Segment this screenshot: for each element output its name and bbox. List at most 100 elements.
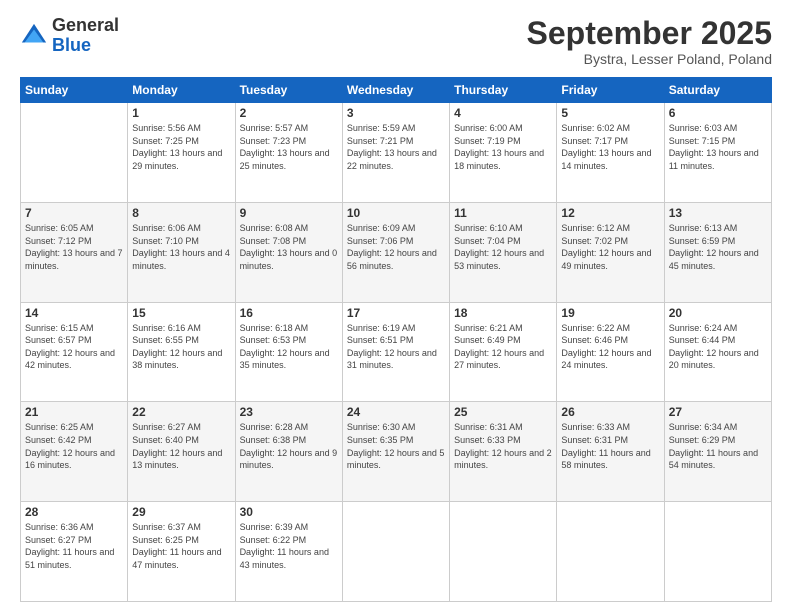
day-info: Sunrise: 6:05 AMSunset: 7:12 PMDaylight:… xyxy=(25,222,123,272)
day-info: Sunrise: 6:13 AMSunset: 6:59 PMDaylight:… xyxy=(669,222,767,272)
calendar-cell xyxy=(342,502,449,602)
day-number: 25 xyxy=(454,405,552,419)
calendar-cell xyxy=(450,502,557,602)
day-number: 21 xyxy=(25,405,123,419)
day-number: 30 xyxy=(240,505,338,519)
calendar-cell: 14 Sunrise: 6:15 AMSunset: 6:57 PMDaylig… xyxy=(21,302,128,402)
day-number: 13 xyxy=(669,206,767,220)
day-number: 17 xyxy=(347,306,445,320)
calendar-cell: 26 Sunrise: 6:33 AMSunset: 6:31 PMDaylig… xyxy=(557,402,664,502)
day-info: Sunrise: 6:31 AMSunset: 6:33 PMDaylight:… xyxy=(454,421,552,471)
day-info: Sunrise: 5:56 AMSunset: 7:25 PMDaylight:… xyxy=(132,122,230,172)
header-thursday: Thursday xyxy=(450,78,557,103)
day-number: 3 xyxy=(347,106,445,120)
month-title: September 2025 xyxy=(527,16,772,51)
day-info: Sunrise: 6:22 AMSunset: 6:46 PMDaylight:… xyxy=(561,322,659,372)
calendar-cell: 5 Sunrise: 6:02 AMSunset: 7:17 PMDayligh… xyxy=(557,103,664,203)
calendar-cell: 9 Sunrise: 6:08 AMSunset: 7:08 PMDayligh… xyxy=(235,202,342,302)
header: General Blue September 2025 Bystra, Less… xyxy=(20,16,772,67)
day-number: 24 xyxy=(347,405,445,419)
week-row-1: 1 Sunrise: 5:56 AMSunset: 7:25 PMDayligh… xyxy=(21,103,772,203)
calendar-cell: 21 Sunrise: 6:25 AMSunset: 6:42 PMDaylig… xyxy=(21,402,128,502)
day-number: 14 xyxy=(25,306,123,320)
day-number: 20 xyxy=(669,306,767,320)
day-info: Sunrise: 6:21 AMSunset: 6:49 PMDaylight:… xyxy=(454,322,552,372)
day-number: 5 xyxy=(561,106,659,120)
calendar-cell: 6 Sunrise: 6:03 AMSunset: 7:15 PMDayligh… xyxy=(664,103,771,203)
header-monday: Monday xyxy=(128,78,235,103)
day-info: Sunrise: 6:30 AMSunset: 6:35 PMDaylight:… xyxy=(347,421,445,471)
day-number: 10 xyxy=(347,206,445,220)
day-info: Sunrise: 5:57 AMSunset: 7:23 PMDaylight:… xyxy=(240,122,338,172)
day-info: Sunrise: 6:06 AMSunset: 7:10 PMDaylight:… xyxy=(132,222,230,272)
calendar-cell: 8 Sunrise: 6:06 AMSunset: 7:10 PMDayligh… xyxy=(128,202,235,302)
day-number: 16 xyxy=(240,306,338,320)
day-info: Sunrise: 6:02 AMSunset: 7:17 PMDaylight:… xyxy=(561,122,659,172)
calendar-cell: 4 Sunrise: 6:00 AMSunset: 7:19 PMDayligh… xyxy=(450,103,557,203)
header-sunday: Sunday xyxy=(21,78,128,103)
day-number: 2 xyxy=(240,106,338,120)
day-info: Sunrise: 6:28 AMSunset: 6:38 PMDaylight:… xyxy=(240,421,338,471)
calendar-cell: 24 Sunrise: 6:30 AMSunset: 6:35 PMDaylig… xyxy=(342,402,449,502)
day-info: Sunrise: 6:08 AMSunset: 7:08 PMDaylight:… xyxy=(240,222,338,272)
day-number: 29 xyxy=(132,505,230,519)
title-block: September 2025 Bystra, Lesser Poland, Po… xyxy=(527,16,772,67)
calendar-cell xyxy=(21,103,128,203)
day-info: Sunrise: 6:09 AMSunset: 7:06 PMDaylight:… xyxy=(347,222,445,272)
calendar-cell: 23 Sunrise: 6:28 AMSunset: 6:38 PMDaylig… xyxy=(235,402,342,502)
day-number: 11 xyxy=(454,206,552,220)
day-info: Sunrise: 6:15 AMSunset: 6:57 PMDaylight:… xyxy=(25,322,123,372)
calendar-cell: 20 Sunrise: 6:24 AMSunset: 6:44 PMDaylig… xyxy=(664,302,771,402)
calendar-cell: 12 Sunrise: 6:12 AMSunset: 7:02 PMDaylig… xyxy=(557,202,664,302)
day-number: 6 xyxy=(669,106,767,120)
day-info: Sunrise: 6:33 AMSunset: 6:31 PMDaylight:… xyxy=(561,421,659,471)
day-info: Sunrise: 6:03 AMSunset: 7:15 PMDaylight:… xyxy=(669,122,767,172)
day-number: 18 xyxy=(454,306,552,320)
day-number: 15 xyxy=(132,306,230,320)
day-info: Sunrise: 6:27 AMSunset: 6:40 PMDaylight:… xyxy=(132,421,230,471)
day-info: Sunrise: 6:34 AMSunset: 6:29 PMDaylight:… xyxy=(669,421,767,471)
calendar-cell xyxy=(557,502,664,602)
header-saturday: Saturday xyxy=(664,78,771,103)
header-tuesday: Tuesday xyxy=(235,78,342,103)
day-number: 28 xyxy=(25,505,123,519)
calendar-header-row: Sunday Monday Tuesday Wednesday Thursday… xyxy=(21,78,772,103)
calendar-cell: 10 Sunrise: 6:09 AMSunset: 7:06 PMDaylig… xyxy=(342,202,449,302)
logo-blue-text: Blue xyxy=(52,35,91,55)
header-wednesday: Wednesday xyxy=(342,78,449,103)
day-info: Sunrise: 6:18 AMSunset: 6:53 PMDaylight:… xyxy=(240,322,338,372)
calendar-cell: 15 Sunrise: 6:16 AMSunset: 6:55 PMDaylig… xyxy=(128,302,235,402)
week-row-2: 7 Sunrise: 6:05 AMSunset: 7:12 PMDayligh… xyxy=(21,202,772,302)
day-number: 1 xyxy=(132,106,230,120)
calendar-cell: 27 Sunrise: 6:34 AMSunset: 6:29 PMDaylig… xyxy=(664,402,771,502)
week-row-4: 21 Sunrise: 6:25 AMSunset: 6:42 PMDaylig… xyxy=(21,402,772,502)
calendar-cell: 17 Sunrise: 6:19 AMSunset: 6:51 PMDaylig… xyxy=(342,302,449,402)
calendar-cell: 22 Sunrise: 6:27 AMSunset: 6:40 PMDaylig… xyxy=(128,402,235,502)
day-number: 9 xyxy=(240,206,338,220)
page: General Blue September 2025 Bystra, Less… xyxy=(0,0,792,612)
calendar-cell: 29 Sunrise: 6:37 AMSunset: 6:25 PMDaylig… xyxy=(128,502,235,602)
day-number: 27 xyxy=(669,405,767,419)
calendar-cell: 16 Sunrise: 6:18 AMSunset: 6:53 PMDaylig… xyxy=(235,302,342,402)
day-number: 23 xyxy=(240,405,338,419)
week-row-5: 28 Sunrise: 6:36 AMSunset: 6:27 PMDaylig… xyxy=(21,502,772,602)
calendar-table: Sunday Monday Tuesday Wednesday Thursday… xyxy=(20,77,772,602)
day-number: 22 xyxy=(132,405,230,419)
calendar-cell: 13 Sunrise: 6:13 AMSunset: 6:59 PMDaylig… xyxy=(664,202,771,302)
calendar-cell: 25 Sunrise: 6:31 AMSunset: 6:33 PMDaylig… xyxy=(450,402,557,502)
calendar-cell: 28 Sunrise: 6:36 AMSunset: 6:27 PMDaylig… xyxy=(21,502,128,602)
day-number: 26 xyxy=(561,405,659,419)
day-number: 19 xyxy=(561,306,659,320)
day-number: 4 xyxy=(454,106,552,120)
day-number: 12 xyxy=(561,206,659,220)
day-number: 7 xyxy=(25,206,123,220)
day-info: Sunrise: 6:37 AMSunset: 6:25 PMDaylight:… xyxy=(132,521,230,571)
day-info: Sunrise: 6:24 AMSunset: 6:44 PMDaylight:… xyxy=(669,322,767,372)
day-info: Sunrise: 6:39 AMSunset: 6:22 PMDaylight:… xyxy=(240,521,338,571)
day-info: Sunrise: 6:25 AMSunset: 6:42 PMDaylight:… xyxy=(25,421,123,471)
logo-icon xyxy=(20,22,48,50)
calendar-cell: 11 Sunrise: 6:10 AMSunset: 7:04 PMDaylig… xyxy=(450,202,557,302)
calendar-cell: 30 Sunrise: 6:39 AMSunset: 6:22 PMDaylig… xyxy=(235,502,342,602)
logo: General Blue xyxy=(20,16,119,56)
calendar-cell: 18 Sunrise: 6:21 AMSunset: 6:49 PMDaylig… xyxy=(450,302,557,402)
